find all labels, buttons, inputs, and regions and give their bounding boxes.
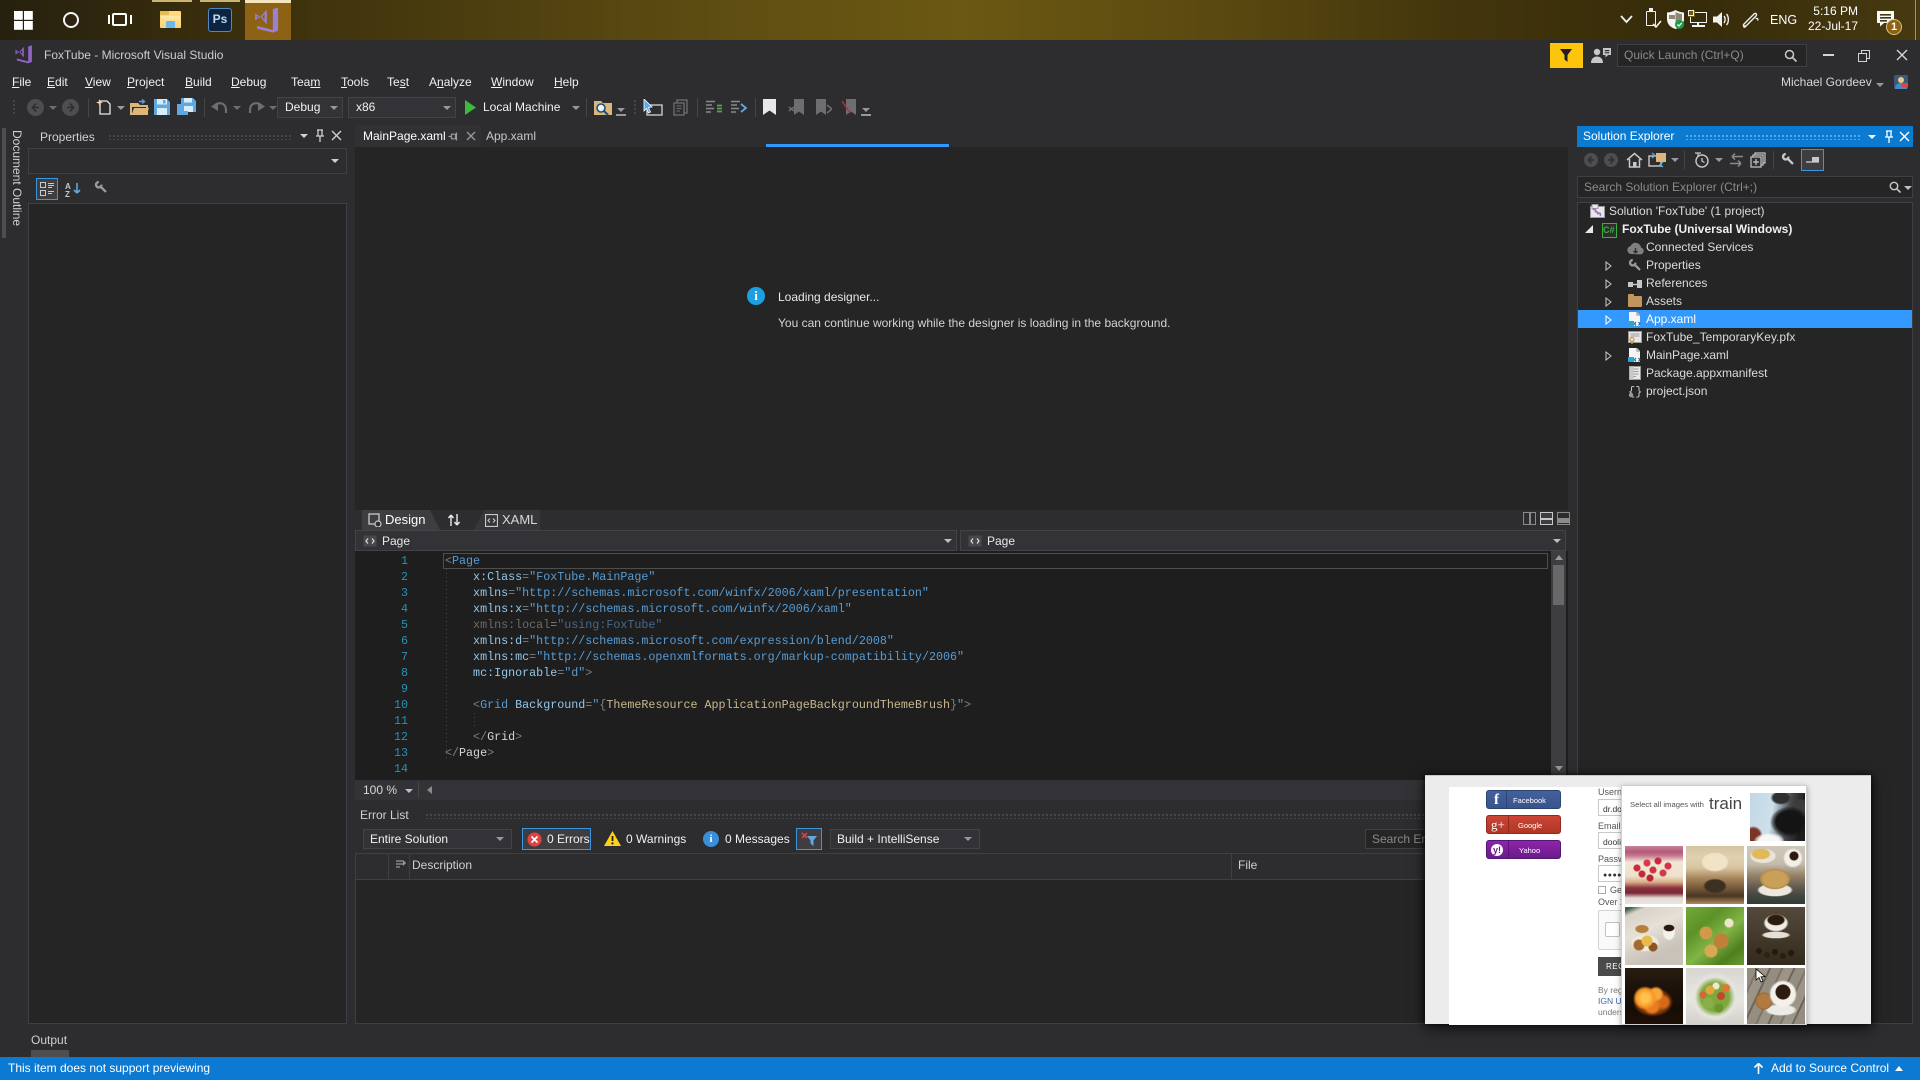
svg-text:Z: Z (65, 190, 70, 197)
